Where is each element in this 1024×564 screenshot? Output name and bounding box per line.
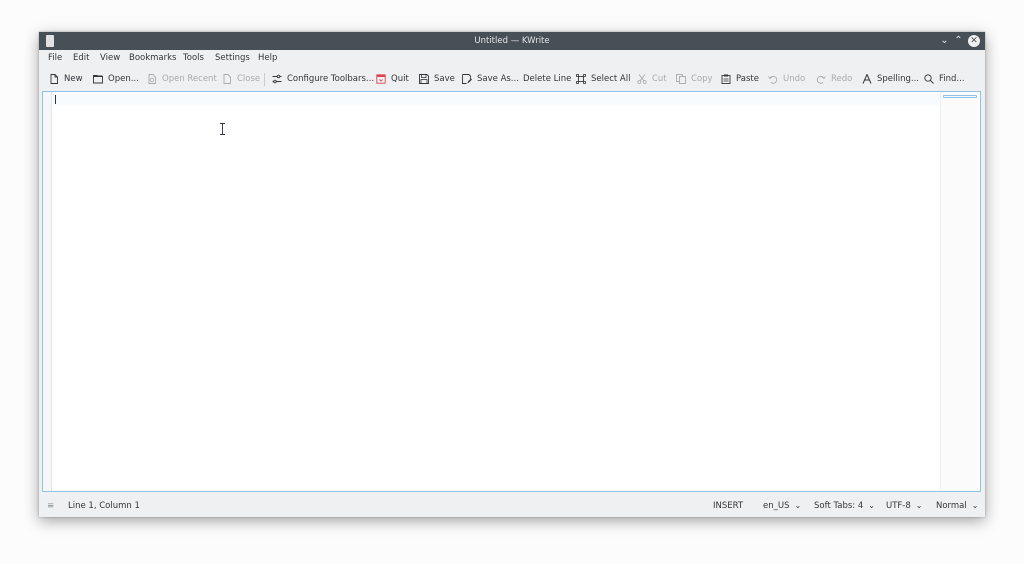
scissors-icon bbox=[637, 74, 647, 84]
configure-toolbars-icon bbox=[272, 74, 282, 84]
dictionary-selector[interactable]: en_US ⌄ bbox=[763, 495, 801, 517]
title-bar[interactable]: Untitled — KWrite ⌄ ⌃ ✕ bbox=[39, 32, 985, 50]
quit-button[interactable]: Quit bbox=[376, 69, 409, 89]
ibeam-cursor-icon bbox=[220, 123, 225, 135]
quit-icon bbox=[376, 74, 386, 84]
close-window-icon[interactable]: ✕ bbox=[968, 35, 980, 47]
chevron-down-icon: ⌄ bbox=[915, 501, 923, 510]
open-recent-icon bbox=[147, 74, 157, 84]
select-all-button[interactable]: Select All bbox=[576, 69, 630, 89]
indentation-selector[interactable]: Soft Tabs: 4 ⌄ bbox=[814, 495, 875, 517]
minimap-thumb[interactable] bbox=[943, 95, 977, 98]
chevron-down-icon: ⌄ bbox=[868, 501, 875, 510]
save-icon bbox=[419, 74, 429, 84]
save-as-button[interactable]: Save As... bbox=[462, 69, 519, 89]
search-icon bbox=[924, 74, 934, 84]
undo-button[interactable]: Undo bbox=[768, 69, 805, 89]
menu-file[interactable]: File bbox=[48, 50, 62, 67]
save-as-icon bbox=[462, 74, 472, 84]
minimize-icon[interactable]: ⌄ bbox=[938, 32, 951, 50]
open-button[interactable]: Open... bbox=[93, 69, 139, 89]
copy-button[interactable]: Copy bbox=[676, 69, 713, 89]
menu-edit[interactable]: Edit bbox=[73, 50, 89, 67]
configure-toolbars-button[interactable]: Configure Toolbars... bbox=[272, 69, 374, 89]
close-button[interactable]: Close bbox=[222, 69, 260, 89]
redo-icon bbox=[816, 74, 826, 84]
menu-lines-icon[interactable]: ≡ bbox=[47, 495, 54, 517]
status-bar: ≡ Line 1, Column 1 INSERT en_US ⌄ Soft Ta… bbox=[39, 495, 985, 517]
chevron-down-icon: ⌄ bbox=[794, 501, 802, 510]
copy-icon bbox=[676, 74, 686, 84]
new-button[interactable]: New bbox=[49, 69, 83, 89]
encoding-selector[interactable]: UTF-8 ⌄ bbox=[886, 495, 922, 517]
delete-line-button[interactable]: Delete Line bbox=[523, 69, 571, 89]
line-gutter[interactable] bbox=[43, 92, 52, 491]
maximize-icon[interactable]: ⌃ bbox=[952, 32, 965, 50]
menu-tools[interactable]: Tools bbox=[183, 50, 204, 67]
spelling-icon bbox=[862, 74, 872, 84]
main-toolbar: New Open... Open Recent Close Configure … bbox=[39, 69, 985, 89]
text-cursor bbox=[55, 95, 56, 104]
current-line-highlight bbox=[52, 93, 940, 105]
menu-bar: File Edit View Bookmarks Tools Settings … bbox=[39, 50, 985, 67]
folder-open-icon bbox=[93, 74, 103, 84]
paste-icon bbox=[721, 74, 731, 84]
new-document-icon bbox=[49, 74, 59, 84]
highlight-mode-selector[interactable]: Normal ⌄ bbox=[936, 495, 978, 517]
select-all-icon bbox=[576, 74, 586, 84]
find-button[interactable]: Find... bbox=[924, 69, 965, 89]
cut-button[interactable]: Cut bbox=[637, 69, 667, 89]
redo-button[interactable]: Redo bbox=[816, 69, 852, 89]
chevron-down-icon: ⌄ bbox=[971, 501, 979, 510]
close-document-icon bbox=[222, 74, 232, 84]
open-recent-button[interactable]: Open Recent bbox=[147, 69, 217, 89]
paste-button[interactable]: Paste bbox=[721, 69, 759, 89]
minimap-scrollbar[interactable] bbox=[940, 92, 979, 491]
menu-view[interactable]: View bbox=[100, 50, 120, 67]
kwrite-window: Untitled — KWrite ⌄ ⌃ ✕ File Edit View B… bbox=[39, 32, 985, 517]
undo-icon bbox=[768, 74, 778, 84]
menu-settings[interactable]: Settings bbox=[215, 50, 250, 67]
menu-help[interactable]: Help bbox=[258, 50, 277, 67]
spelling-button[interactable]: Spelling... bbox=[862, 69, 919, 89]
text-editor-area[interactable] bbox=[42, 91, 981, 492]
input-mode[interactable]: INSERT bbox=[713, 495, 743, 517]
window-title: Untitled — KWrite bbox=[474, 36, 550, 46]
cursor-position[interactable]: Line 1, Column 1 bbox=[68, 495, 140, 517]
save-button[interactable]: Save bbox=[419, 69, 455, 89]
menu-bookmarks[interactable]: Bookmarks bbox=[129, 50, 177, 67]
toolbar-separator bbox=[264, 73, 265, 86]
